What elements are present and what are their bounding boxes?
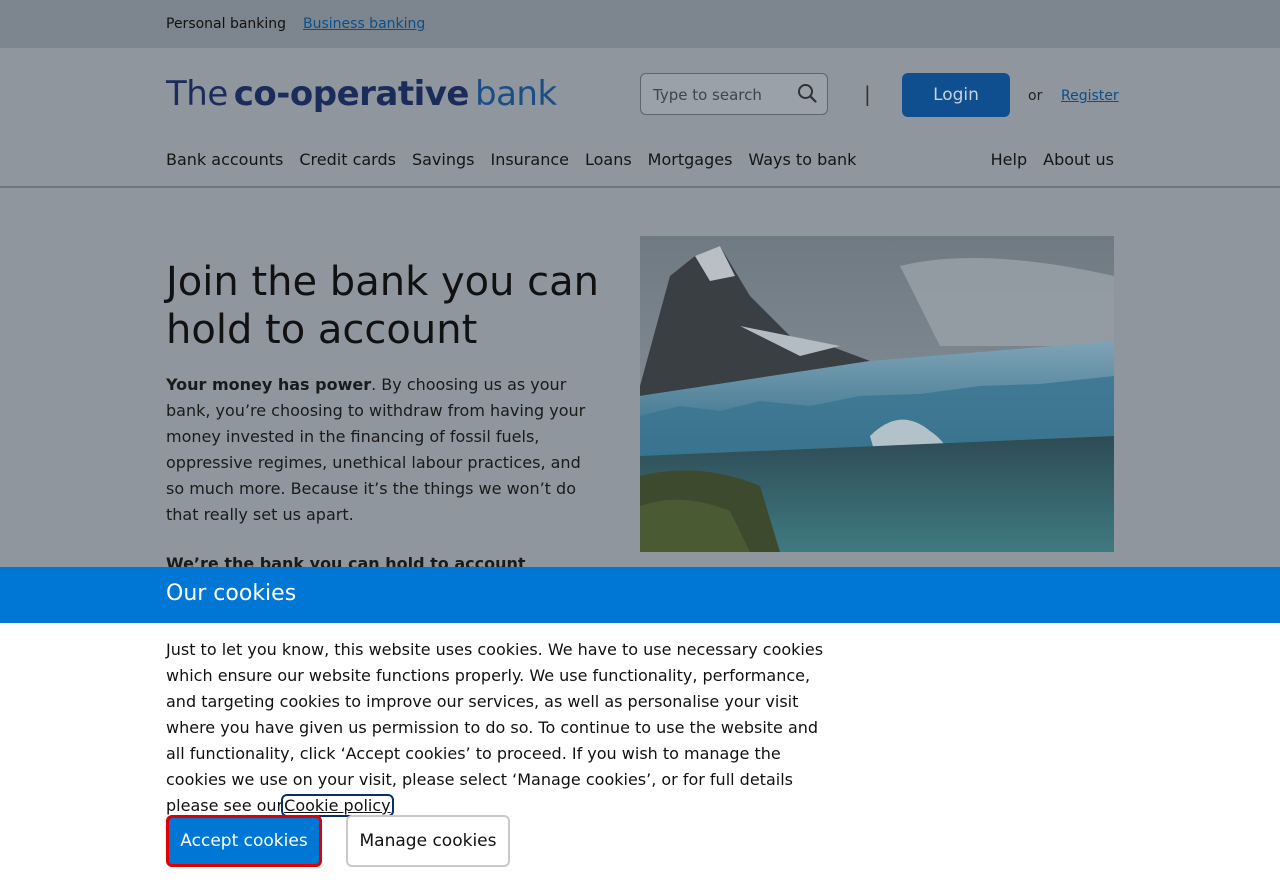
search-box xyxy=(640,73,828,115)
cookie-banner-title: Our cookies xyxy=(166,581,297,606)
nav-ways-to-bank[interactable]: Ways to bank xyxy=(748,150,856,169)
header-divider: | xyxy=(864,82,871,106)
business-banking-link[interactable]: Business banking xyxy=(303,16,425,32)
nav-insurance[interactable]: Insurance xyxy=(490,150,569,169)
nav-credit-cards[interactable]: Credit cards xyxy=(299,150,396,169)
hero-body-rest: . By choosing us as your bank, you’re ch… xyxy=(166,375,586,524)
logo-coop: co-operative xyxy=(233,74,470,114)
nav-about-us[interactable]: About us xyxy=(1043,150,1114,169)
page: Personal banking Business banking The co-… xyxy=(0,0,1280,887)
site-header: Theco-operativebank | Login or Register … xyxy=(0,48,1280,188)
login-button[interactable]: Login xyxy=(902,73,1010,117)
nav-savings[interactable]: Savings xyxy=(412,150,475,169)
search-icon[interactable] xyxy=(797,83,817,103)
hero-body-lead: Your money has power xyxy=(166,375,372,394)
nav-loans[interactable]: Loans xyxy=(585,150,632,169)
secondary-nav: Help About us xyxy=(991,150,1114,169)
register-link[interactable]: Register xyxy=(1061,88,1119,104)
logo-the: The xyxy=(166,74,228,114)
search-input[interactable] xyxy=(651,82,795,108)
hero-glacier-image xyxy=(640,236,1114,552)
cookie-banner-header: Our cookies xyxy=(0,567,1280,623)
personal-banking-link[interactable]: Personal banking xyxy=(166,16,286,32)
nav-help[interactable]: Help xyxy=(991,150,1027,169)
cookie-text: Just to let you know, this website uses … xyxy=(166,637,836,819)
accept-cookies-button[interactable]: Accept cookies xyxy=(166,815,322,867)
manage-cookies-button[interactable]: Manage cookies xyxy=(346,815,510,867)
or-text: or xyxy=(1028,88,1043,104)
cookie-text-body: Just to let you know, this website uses … xyxy=(166,640,824,815)
nav-mortgages[interactable]: Mortgages xyxy=(648,150,733,169)
cookie-banner: Just to let you know, this website uses … xyxy=(0,623,1280,887)
hero-title: Join the bank you can hold to account xyxy=(166,259,600,353)
logo[interactable]: The co-operative bank xyxy=(166,74,557,114)
nav-bank-accounts[interactable]: Bank accounts xyxy=(166,150,283,169)
hero-body: Your money has power. By choosing us as … xyxy=(166,372,586,528)
utility-bar: Personal banking Business banking xyxy=(0,0,1280,48)
glacier-illustration xyxy=(640,236,1114,552)
main-nav: Bank accounts Credit cards Savings Insur… xyxy=(166,150,856,169)
cookie-policy-link[interactable]: Cookie policy xyxy=(281,794,394,817)
logo-bank: bank xyxy=(474,74,557,114)
